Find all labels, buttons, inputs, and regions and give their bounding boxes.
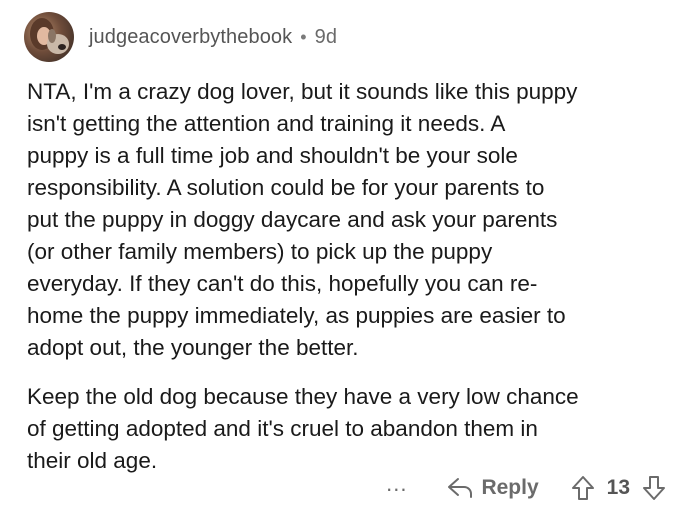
comment-body: NTA, I'm a crazy dog lover, but it sound… [27, 76, 677, 477]
comment-age: 9d [314, 25, 338, 48]
comment-card: judgeacoverbythebook • 9d NTA, I'm a cra… [0, 0, 700, 511]
text-line: of getting adopted and it's cruel to aba… [27, 416, 538, 441]
text-line: Keep the old dog because they have a ver… [27, 384, 579, 409]
reply-arrow-icon [448, 478, 473, 498]
avatar[interactable] [24, 12, 74, 62]
text-line: home the puppy immediately, as puppies a… [27, 303, 566, 328]
text-line: adopt out, the younger the better. [27, 335, 359, 360]
text-line: isn't getting the attention and training… [27, 111, 506, 136]
comment-paragraph: NTA, I'm a crazy dog lover, but it sound… [27, 76, 677, 364]
text-line: puppy is a full time job and shouldn't b… [27, 143, 518, 168]
reply-label: Reply [481, 476, 539, 499]
text-line: NTA, I'm a crazy dog lover, but it sound… [27, 79, 578, 104]
vote-score: 13 [606, 476, 630, 499]
text-line: responsibility. A solution could be for … [27, 175, 545, 200]
username-line: judgeacoverbythebook • 9d [89, 26, 337, 49]
comment-actions: ... Reply 13 [386, 470, 666, 506]
downvote-arrow-icon[interactable] [642, 475, 666, 501]
more-options-button[interactable]: ... [386, 471, 407, 497]
comment-header: judgeacoverbythebook • 9d [24, 10, 337, 64]
vote-controls: 13 [571, 475, 666, 501]
text-line: put the puppy in doggy daycare and ask y… [27, 207, 558, 232]
comment-paragraph: Keep the old dog because they have a ver… [27, 381, 677, 477]
text-line: everyday. If they can't do this, hopeful… [27, 271, 538, 296]
upvote-arrow-icon[interactable] [571, 475, 595, 501]
separator-dot: • [300, 26, 307, 47]
username[interactable]: judgeacoverbythebook [89, 26, 292, 49]
reply-button[interactable]: Reply [447, 476, 539, 500]
text-line: (or other family members) to pick up the… [27, 239, 493, 264]
